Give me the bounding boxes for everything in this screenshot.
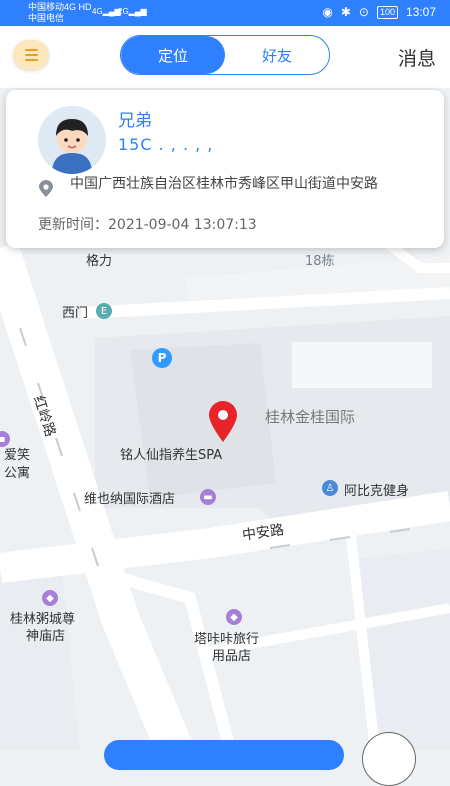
status-icons: ◉ ✱ ⊙ 100 13:07 [322, 5, 436, 19]
menu-button[interactable] [13, 40, 49, 70]
hotel-icon: ▬ [200, 489, 216, 505]
update-time-value: 2021-09-04 13:07:13 [108, 217, 257, 233]
map-label-spa: 铭人仙指养生SPA [120, 448, 223, 463]
friend-info-card[interactable]: 兄弟 15C . , . , , 中国广西壮族自治区桂林市秀峰区甲山街道中安路 … [6, 90, 444, 248]
tab-friends[interactable]: 好友 [225, 36, 329, 74]
clock: 13:07 [405, 5, 436, 19]
status-bar: 中国移动4G HD 中国电信 4G▂▄▆ 2G▂▄▆ ◉ ✱ ⊙ 100 13:… [0, 0, 450, 26]
map-label-ximen: 西门 [62, 306, 89, 321]
map-label-aixiao-1: 爱笑 [4, 448, 31, 463]
eye-icon: ◉ [322, 5, 333, 19]
map-label-aixiao-2: 公寓 [4, 466, 31, 481]
carrier-name-secondary: 中国电信 [28, 13, 65, 23]
tab-switch: 定位 好友 [120, 35, 330, 75]
signal-icon-2: 2G▂▄▆ [118, 7, 147, 16]
top-nav: 定位 好友 消息 [0, 26, 450, 88]
bluetooth-icon: ✱ [340, 5, 351, 19]
friend-name: 兄弟 [118, 111, 152, 131]
location-icon: ⊙ [358, 5, 369, 19]
gym-icon: ♙ [322, 480, 338, 496]
battery-icon: 100 [376, 5, 398, 19]
avatar-illustration [38, 106, 106, 174]
friend-address: 中国广西壮族自治区桂林市秀峰区甲山街道中安路 [70, 176, 378, 192]
map-label-geli: 格力 [86, 254, 113, 269]
update-time-label: 更新时间： [38, 217, 108, 233]
avatar [38, 106, 106, 174]
gate-icon: E [96, 303, 112, 319]
map-label-gym: 阿比克健身 [344, 484, 410, 499]
carrier-name-primary: 中国移动4G HD [28, 2, 92, 12]
map-label-taka-2: 用品店 [212, 649, 252, 664]
bottom-action-button[interactable] [104, 740, 344, 770]
map-label-building-18: 18栋 [305, 254, 335, 269]
map-label-hotel: 维也纳国际酒店 [84, 492, 176, 507]
update-time: 更新时间：2021-09-04 13:07:13 [38, 214, 257, 234]
parking-icon: P [152, 348, 172, 368]
compass-button[interactable] [362, 732, 416, 786]
tab-locate[interactable]: 定位 [121, 36, 225, 74]
signal-icon: 4G▂▄▆ [92, 7, 121, 16]
location-pin-icon [209, 401, 237, 442]
map-label-zhoucheng-2: 神庙店 [26, 629, 66, 644]
messages-button[interactable]: 消息 [398, 44, 436, 71]
map-label-jingui-intl: 桂林金桂国际 [265, 408, 356, 426]
shop-icon: ◆ [226, 609, 242, 625]
friend-phone: 15C . , . , , [118, 135, 214, 154]
address-pin-icon [39, 180, 53, 197]
menu-icon [24, 49, 38, 51]
restaurant-icon: ◆ [42, 590, 58, 606]
